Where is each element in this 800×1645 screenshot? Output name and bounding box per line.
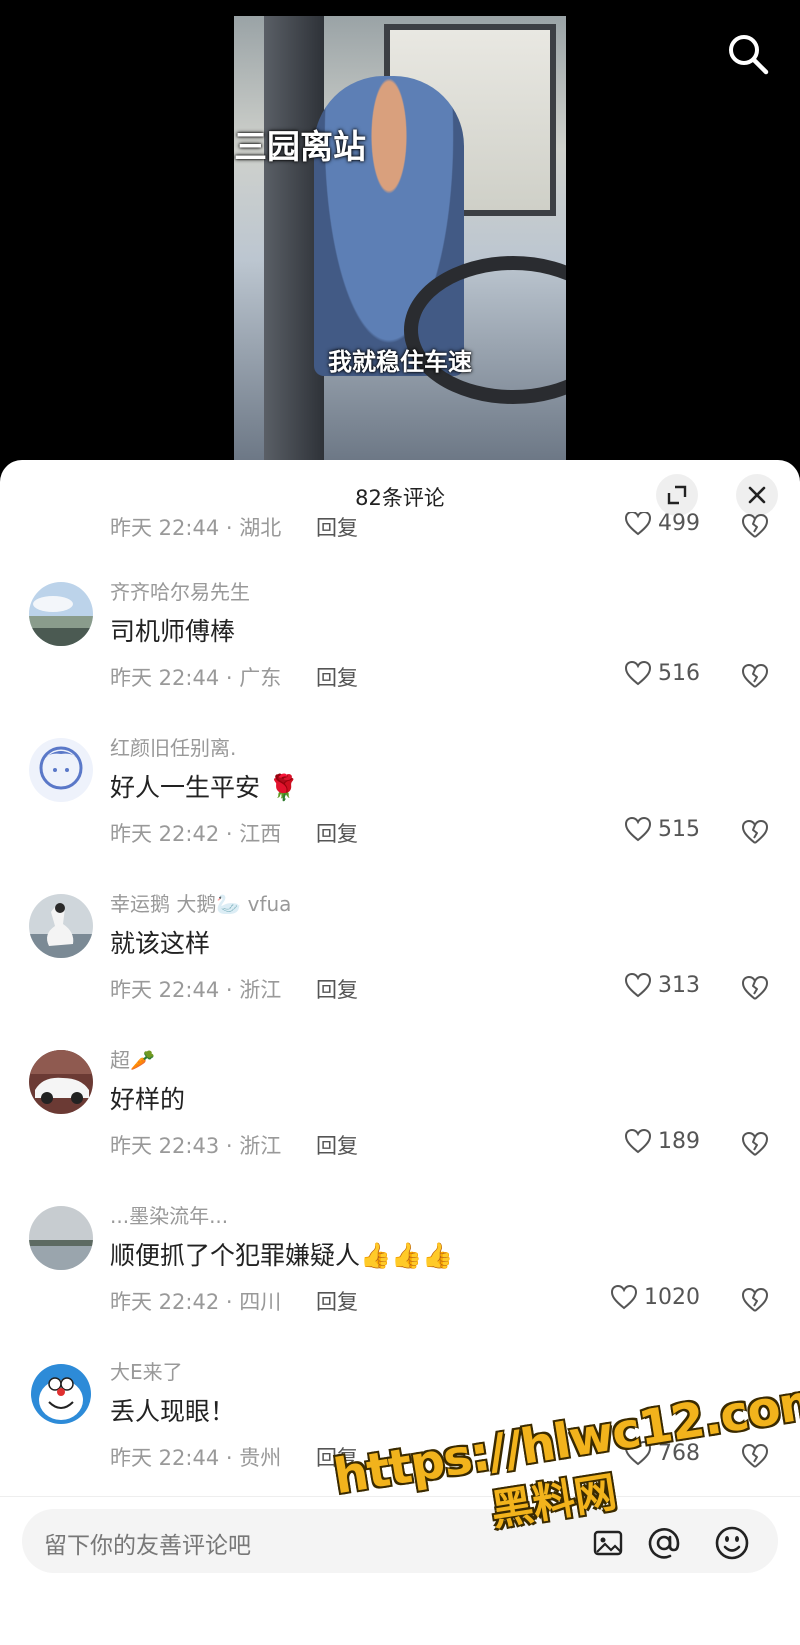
close-icon: [748, 486, 766, 504]
like-button[interactable]: 499: [624, 512, 700, 536]
comment-item: 大E来了 丢人现眼！ 昨天 22:44 · 贵州 回复 768: [0, 1356, 800, 1506]
broken-heart-icon: [742, 1288, 768, 1312]
dislike-button[interactable]: [740, 974, 770, 1002]
comment-input-bar: 留下你的友善评论吧: [0, 1496, 800, 1645]
comment-username[interactable]: 红颜旧任别离.: [110, 732, 236, 761]
list-item-partial: 昨天 22:44 · 湖北 回复 499: [0, 512, 800, 576]
comment-username[interactable]: 大E来了: [110, 1356, 183, 1385]
reply-button[interactable]: 回复: [316, 974, 358, 1004]
dislike-button[interactable]: [740, 818, 770, 846]
broken-heart-icon: [742, 976, 768, 1000]
like-count: 515: [658, 816, 700, 842]
broken-heart-icon: [742, 820, 768, 844]
heart-icon: [624, 512, 652, 536]
comment-meta: 昨天 22:42 · 四川: [110, 1290, 282, 1314]
comment-username[interactable]: 齐齐哈尔易先生: [110, 576, 250, 605]
broken-heart-icon: [742, 514, 768, 538]
video-caption-top: 三园离站: [234, 127, 366, 166]
like-button[interactable]: 1020: [610, 1284, 700, 1310]
comment-meta: 昨天 22:44 · 广东: [110, 666, 282, 690]
comment-list[interactable]: 昨天 22:44 · 湖北 回复 499 齐齐哈尔易先生 司机师傅棒 昨天 22…: [0, 512, 800, 1512]
carrot-emoji: 🥕: [130, 1048, 155, 1072]
reply-button[interactable]: 回复: [316, 818, 358, 848]
dislike-button[interactable]: [740, 512, 770, 540]
avatar[interactable]: [29, 738, 93, 802]
expand-button[interactable]: [656, 474, 698, 516]
comment-text: 丢人现眼！: [110, 1397, 236, 1426]
reply-button[interactable]: 回复: [316, 1442, 358, 1472]
like-button[interactable]: 768: [624, 1440, 700, 1466]
heart-icon: [624, 1128, 652, 1154]
comment-meta: 昨天 22:44 · 贵州: [110, 1446, 282, 1470]
rose-emoji: 🌹: [267, 773, 300, 802]
like-button[interactable]: 313: [624, 972, 700, 998]
like-button[interactable]: 515: [624, 816, 700, 842]
video-subtitle: 我就稳住车速: [328, 348, 472, 376]
image-icon[interactable]: [588, 1523, 628, 1563]
heart-icon: [624, 972, 652, 998]
video-player[interactable]: 三园离站 我就稳住车速: [0, 0, 800, 460]
comment-username[interactable]: ...墨染流年...: [110, 1200, 228, 1229]
like-button[interactable]: 516: [624, 660, 700, 686]
broken-heart-icon: [742, 1444, 768, 1468]
comment-username[interactable]: 幸运鹅 大鹅🦢 vfua: [110, 888, 291, 917]
comment-meta: 昨天 22:42 · 江西: [110, 822, 282, 846]
broken-heart-icon: [742, 664, 768, 688]
avatar[interactable]: [29, 582, 93, 646]
comment-item: 齐齐哈尔易先生 司机师傅棒 昨天 22:44 · 广东 回复 516: [0, 576, 800, 726]
avatar[interactable]: [29, 894, 93, 958]
avatar[interactable]: [29, 1206, 93, 1270]
expand-icon: [667, 485, 687, 505]
dislike-button[interactable]: [740, 1442, 770, 1470]
emoji-icon[interactable]: [712, 1523, 752, 1563]
comment-item: 超🥕 好样的 昨天 22:43 · 浙江 回复 189: [0, 1044, 800, 1194]
like-count: 1020: [644, 1284, 700, 1310]
video-frame[interactable]: 三园离站 我就稳住车速: [234, 16, 566, 460]
like-count: 768: [658, 1440, 700, 1466]
search-icon[interactable]: [726, 32, 770, 76]
reply-button[interactable]: 回复: [316, 662, 358, 692]
heart-icon: [624, 816, 652, 842]
like-count: 313: [658, 972, 700, 998]
comment-text: 司机师傅棒: [110, 617, 236, 646]
close-button[interactable]: [736, 474, 778, 516]
like-count: 189: [658, 1128, 700, 1154]
heart-icon: [624, 660, 652, 686]
comment-input[interactable]: 留下你的友善评论吧: [22, 1509, 778, 1573]
comment-item: 幸运鹅 大鹅🦢 vfua 就该这样 昨天 22:44 · 浙江 回复 313: [0, 888, 800, 1038]
comments-sheet: 82条评论 昨天 22:44 · 湖北 回复 499 齐齐哈尔易先生 司机师傅棒…: [0, 460, 800, 1644]
thumbs-up-emoji: 👍👍👍: [360, 1241, 454, 1270]
comment-meta: 昨天 22:44 · 浙江: [110, 978, 282, 1002]
comment-username[interactable]: 超🥕: [110, 1044, 155, 1073]
dislike-button[interactable]: [740, 662, 770, 690]
heart-icon: [610, 1284, 638, 1310]
mention-icon[interactable]: [644, 1523, 684, 1563]
input-placeholder: 留下你的友善评论吧: [44, 1533, 251, 1559]
reply-button[interactable]: 回复: [316, 1130, 358, 1160]
dislike-button[interactable]: [740, 1286, 770, 1314]
heart-icon: [624, 1440, 652, 1466]
reply-button[interactable]: 回复: [316, 1286, 358, 1316]
comment-text: 好样的: [110, 1085, 186, 1114]
comment-text: 顺便抓了个犯罪嫌疑人👍👍👍: [110, 1241, 454, 1270]
avatar[interactable]: [29, 1050, 93, 1114]
comment-meta: 昨天 22:43 · 浙江: [110, 1134, 282, 1158]
comment-text: 就该这样: [110, 929, 211, 958]
comment-item: 红颜旧任别离. 好人一生平安 🌹 昨天 22:42 · 江西 回复 515: [0, 732, 800, 882]
reply-button[interactable]: 回复: [316, 512, 358, 542]
comment-meta: 昨天 22:44 · 湖北: [110, 516, 282, 540]
comment-item: ...墨染流年... 顺便抓了个犯罪嫌疑人👍👍👍 昨天 22:42 · 四川 回…: [0, 1200, 800, 1350]
swan-emoji: 🦢: [216, 892, 242, 916]
like-count: 516: [658, 660, 700, 686]
avatar[interactable]: [29, 1362, 93, 1426]
dislike-button[interactable]: [740, 1130, 770, 1158]
comment-text: 好人一生平安 🌹: [110, 773, 300, 802]
broken-heart-icon: [742, 1132, 768, 1156]
like-count: 499: [658, 512, 700, 536]
like-button[interactable]: 189: [624, 1128, 700, 1154]
